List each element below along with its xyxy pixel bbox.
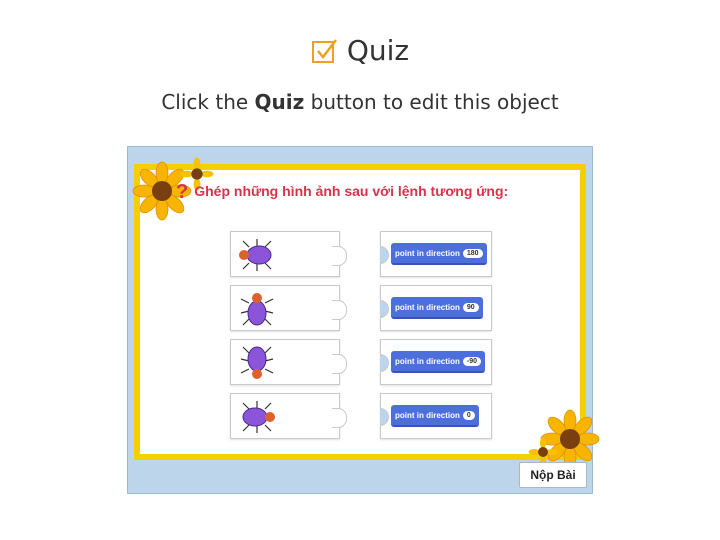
left-card-2[interactable]: [230, 285, 347, 331]
question-text: ? Ghép những hình ảnh sau với lệnh tương …: [176, 181, 509, 203]
puzzle-slot: [380, 246, 389, 264]
puzzle-slot: [380, 300, 389, 318]
beetle-facing-right-icon: [242, 401, 275, 433]
instruction-text: Click the Quiz button to edit this objec…: [161, 90, 559, 114]
puzzle-slot: [380, 408, 389, 426]
page-title: Quiz: [346, 34, 410, 67]
scratch-block: point in direction 180: [391, 243, 487, 265]
quiz-stage: [134, 164, 586, 460]
beetle-facing-left-icon: [239, 239, 272, 271]
checkbox-icon: [311, 38, 337, 63]
beetle-facing-up-icon: [240, 293, 274, 326]
scratch-block: point in direction 0: [391, 405, 479, 427]
quiz-panel: ? Ghép những hình ảnh sau với lệnh tương …: [127, 146, 600, 494]
right-card-4[interactable]: point in direction 0: [380, 393, 492, 439]
right-card-2[interactable]: point in direction 90: [380, 285, 492, 331]
title-row: Quiz: [311, 34, 409, 67]
right-card-3[interactable]: point in direction -90: [380, 339, 492, 385]
left-card-4[interactable]: [230, 393, 347, 439]
right-card-1[interactable]: point in direction 180: [380, 231, 492, 277]
quiz-header: Quiz: [0, 34, 720, 70]
scratch-block: point in direction 90: [391, 297, 483, 319]
left-card-1[interactable]: [230, 231, 347, 277]
quiz-keyword: Quiz: [254, 90, 305, 114]
left-card-3[interactable]: [230, 339, 347, 385]
beetle-facing-down-icon: [240, 346, 274, 379]
submit-button[interactable]: Nộp Bài: [519, 462, 587, 488]
question-mark-icon: ?: [176, 181, 189, 203]
scratch-block: point in direction -90: [391, 351, 486, 373]
puzzle-slot: [380, 354, 389, 372]
